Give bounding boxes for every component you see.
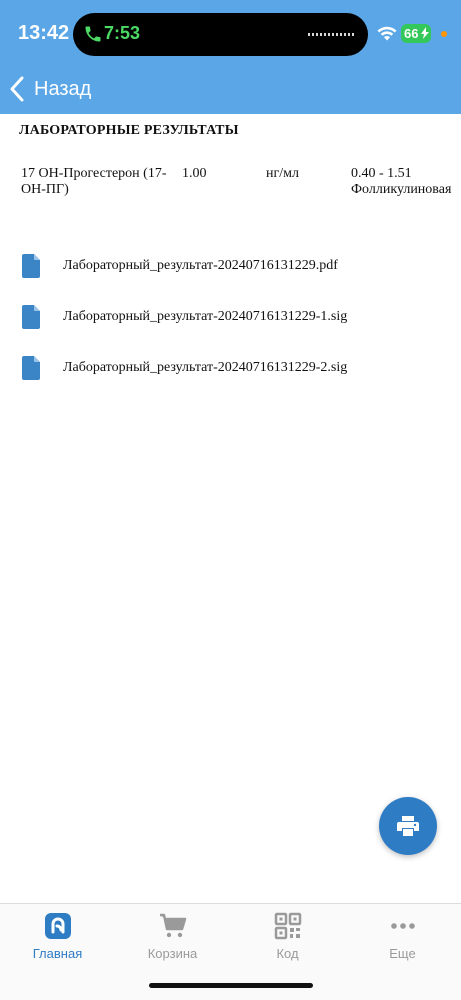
tab-home[interactable]: Главная	[0, 912, 115, 967]
battery-indicator: 66	[401, 24, 431, 43]
file-link-sig-1[interactable]: Лабораторный_результат-20240716131229-1.…	[22, 304, 347, 330]
tab-label: Код	[276, 946, 299, 961]
tab-label: Главная	[32, 946, 83, 961]
cart-icon	[159, 913, 186, 938]
print-icon	[397, 816, 419, 836]
page-title: ЛАБОРАТОРНЫЕ РЕЗУЛЬТАТЫ	[19, 123, 239, 138]
qr-code-icon	[274, 912, 301, 940]
reference-range: 0.40 - 1.51 Фолликулиновая	[351, 166, 452, 197]
document-icon	[22, 305, 40, 329]
charging-bolt-icon	[421, 27, 429, 39]
file-link-sig-2[interactable]: Лабораторный_результат-20240716131229-2.…	[22, 355, 347, 381]
recording-indicator	[441, 31, 447, 37]
document-icon	[22, 254, 40, 278]
test-value: 1.00	[182, 166, 207, 181]
battery-level: 66	[404, 26, 419, 41]
more-icon	[390, 923, 415, 929]
document-icon	[22, 356, 40, 380]
wifi-icon	[377, 26, 397, 41]
back-button[interactable]: Назад	[8, 72, 91, 106]
home-logo-icon	[44, 913, 71, 939]
file-name: Лабораторный_результат-20240716131229-1.…	[63, 309, 348, 324]
print-button[interactable]	[379, 797, 437, 855]
chevron-left-icon	[10, 76, 24, 102]
status-time: 13:42	[18, 22, 70, 44]
dynamic-island[interactable]: 7:53	[73, 13, 368, 56]
back-button-label: Назад	[34, 77, 92, 100]
audio-waveform-icon	[308, 33, 354, 36]
tab-label: Еще	[389, 946, 416, 961]
phone-icon	[85, 26, 101, 42]
call-duration: 7:53	[104, 23, 141, 43]
app-header: 13:42 7:53 66 Назад	[0, 0, 461, 114]
file-name: Лабораторный_результат-20240716131229-2.…	[63, 360, 348, 375]
tab-more[interactable]: Еще	[345, 912, 460, 967]
test-name: 17 ОН-Прогестерон (17-ОН-ПГ)	[21, 166, 167, 197]
tab-cart[interactable]: Корзина	[115, 912, 230, 967]
tab-label: Корзина	[147, 946, 198, 961]
tab-code[interactable]: Код	[230, 912, 345, 967]
file-link-pdf[interactable]: Лабораторный_результат-20240716131229.pd…	[22, 253, 338, 279]
home-indicator[interactable]	[149, 983, 313, 988]
test-unit: нг/мл	[266, 166, 299, 181]
file-name: Лабораторный_результат-20240716131229.pd…	[63, 258, 338, 273]
